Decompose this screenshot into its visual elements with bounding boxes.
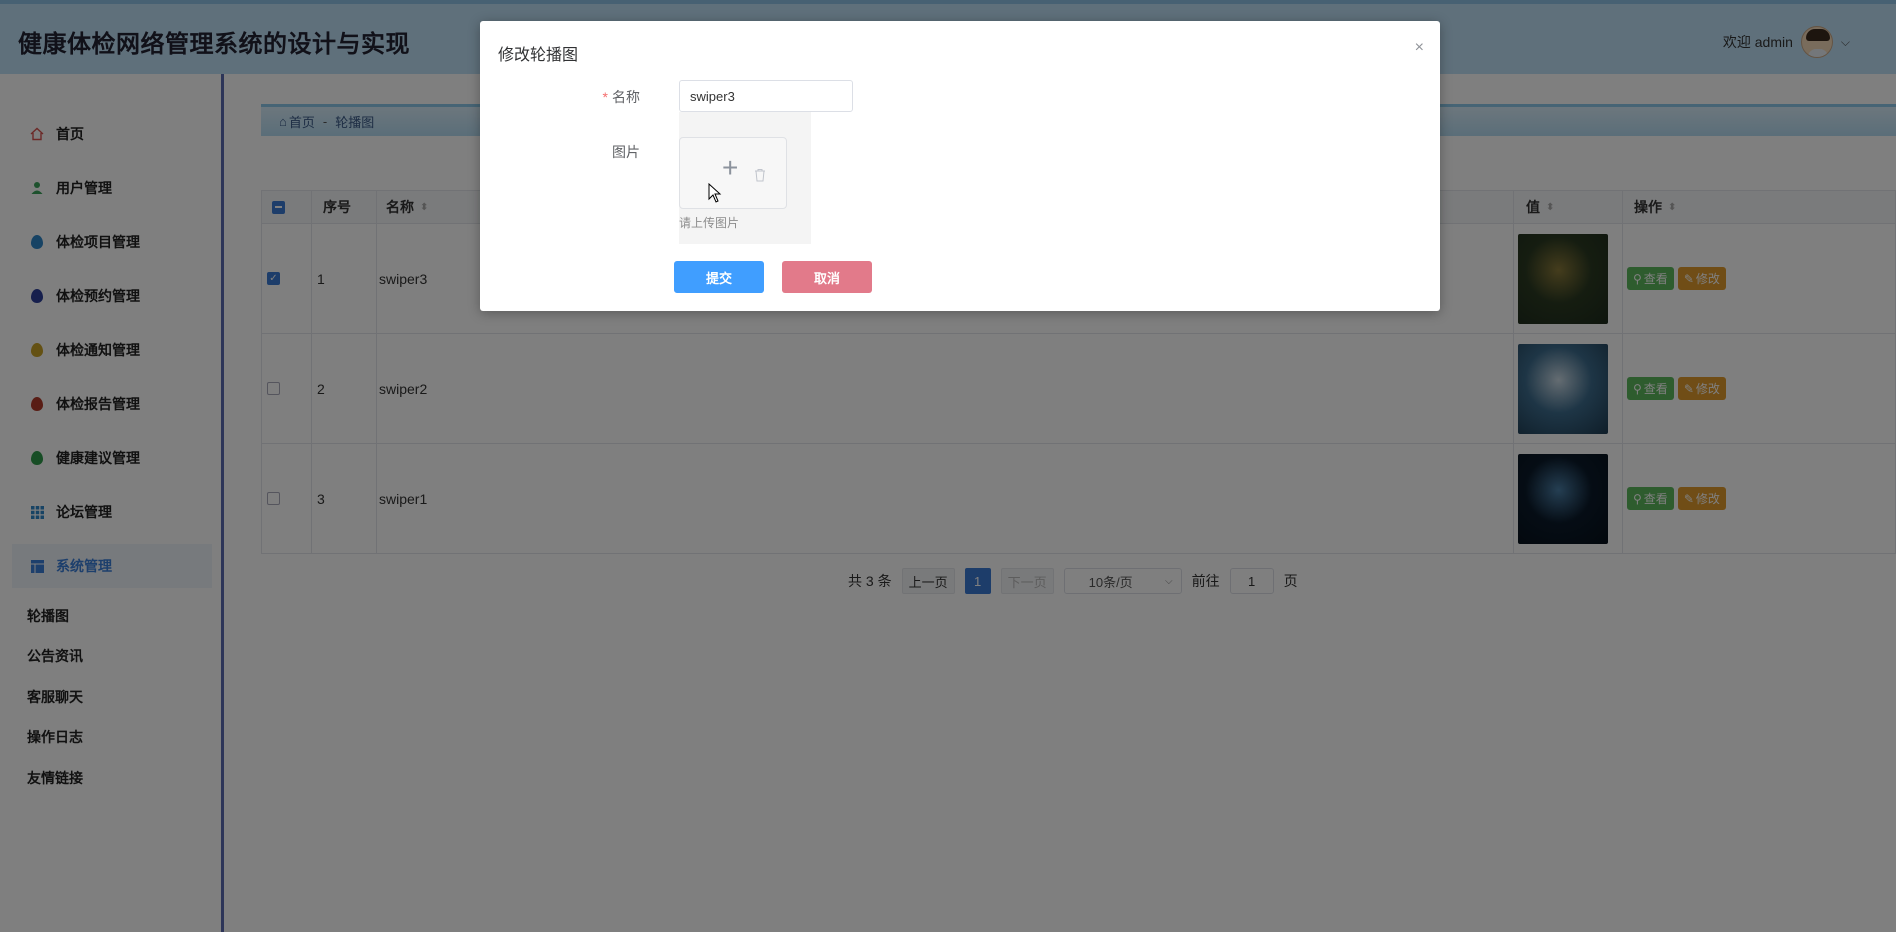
name-input[interactable]: swiper3 [679, 80, 853, 112]
required-mark: * [602, 89, 608, 105]
plus-icon: + [722, 152, 739, 183]
close-icon[interactable]: × [1415, 39, 1424, 57]
submit-button[interactable]: 提交 [674, 261, 764, 293]
upload-button[interactable]: + [679, 137, 787, 209]
edit-swiper-dialog: 修改轮播图 × * 名称 swiper3 图片 + 请上传图片 提交 取消 [480, 21, 1440, 311]
dialog-title: 修改轮播图 [498, 47, 579, 64]
upload-tip: 请上传图片 [679, 216, 740, 230]
cursor-icon [708, 183, 722, 203]
image-label: 图片 [612, 144, 640, 160]
delete-icon[interactable] [754, 168, 766, 185]
name-label: * 名称 [602, 89, 640, 105]
image-upload-area: + 请上传图片 [679, 112, 811, 244]
cancel-button[interactable]: 取消 [782, 261, 872, 293]
